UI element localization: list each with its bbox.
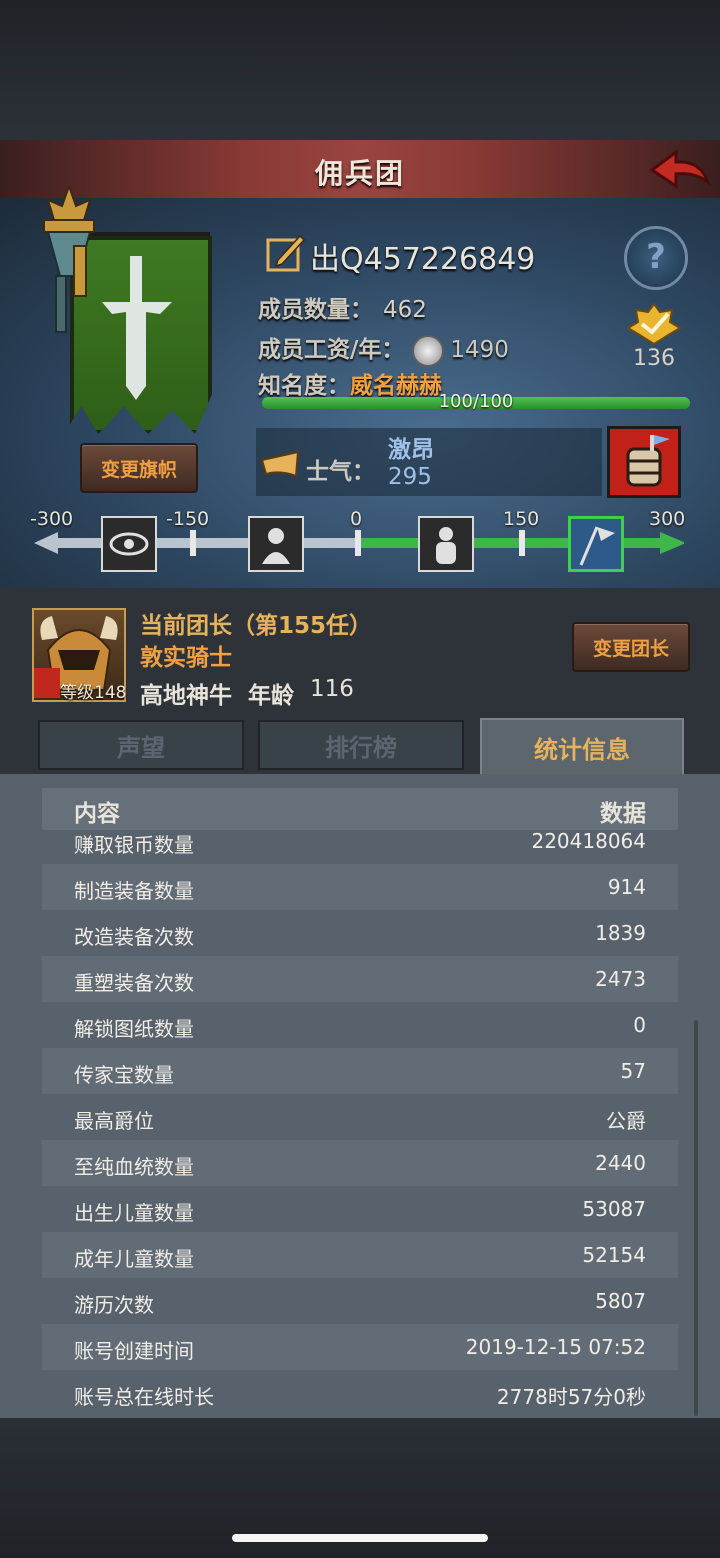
wage-value: 1490 <box>450 337 509 363</box>
back-arrow-icon <box>649 149 712 189</box>
commander-title: 当前团长（第155任） <box>140 613 373 639</box>
help-button[interactable]: ? <box>624 226 688 290</box>
stat-label: 传家宝数量 <box>74 1063 174 1087</box>
stat-row: 成年儿童数量 52154 <box>42 1232 678 1278</box>
stat-row: 重塑装备次数 2473 <box>42 956 678 1002</box>
sad-figure-icon[interactable] <box>248 516 304 572</box>
morale-label: 士气： <box>306 459 375 485</box>
commander-race: 高地神牛 <box>140 683 232 709</box>
members-value: 462 <box>383 297 427 323</box>
stat-row: 账号总在线时长 2778时57分0秒 <box>42 1370 678 1416</box>
guild-name: 出Q457226849 <box>310 242 536 277</box>
stat-label: 游历次数 <box>74 1293 154 1317</box>
scale-tick-label: -300 <box>30 508 74 530</box>
header-data-label: 数据 <box>600 801 646 827</box>
top-background <box>0 0 720 140</box>
stat-label: 至纯血统数量 <box>74 1155 194 1179</box>
stat-label: 账号创建时间 <box>74 1339 194 1363</box>
scale-tick-mark <box>519 530 525 556</box>
stat-row: 传家宝数量 57 <box>42 1048 678 1094</box>
members-row: 成员数量： 462 <box>258 290 427 324</box>
tab-statistics[interactable]: 统计信息 <box>480 718 684 776</box>
stat-value: 0 <box>633 1013 646 1037</box>
stat-label: 出生儿童数量 <box>74 1201 194 1225</box>
stat-row: 改造装备次数 1839 <box>42 910 678 956</box>
scale-tick-label: 300 <box>649 508 686 530</box>
stat-label: 重塑装备次数 <box>74 971 194 995</box>
stat-row: 出生儿童数量 53087 <box>42 1186 678 1232</box>
edit-pen-icon[interactable] <box>266 232 306 272</box>
statistics-list[interactable]: 赚取银币数量 220418064 制造装备数量 914 改造装备次数 1839 重塑装备次数… <box>42 830 678 1418</box>
home-indicator[interactable] <box>232 1534 488 1542</box>
page-title: 佣兵团 <box>314 157 405 190</box>
back-button[interactable] <box>648 146 712 192</box>
banner-crest-icon <box>38 182 100 336</box>
morale-value: 295 <box>388 464 432 490</box>
silver-coin-icon <box>412 334 445 367</box>
stat-value: 5807 <box>595 1289 646 1313</box>
calm-figure-icon[interactable] <box>418 516 474 572</box>
fame-progress-text: 100/100 <box>438 391 514 412</box>
wage-label: 成员工资/年： <box>258 337 405 363</box>
rank-badge-icon[interactable] <box>626 302 682 346</box>
stat-value: 2019-12-15 07:52 <box>465 1335 646 1359</box>
stat-value: 53087 <box>582 1197 646 1221</box>
stat-row: 账号创建时间 2019-12-15 07:52 <box>42 1324 678 1370</box>
scale-tick-label: 150 <box>503 508 540 530</box>
stat-label: 改造装备次数 <box>74 925 194 949</box>
stat-value: 2440 <box>595 1151 646 1175</box>
stat-row: 制造装备数量 914 <box>42 864 678 910</box>
stat-value: 1839 <box>595 921 646 945</box>
tab-reputation[interactable]: 声望 <box>38 720 244 770</box>
stat-value: 2778时57分0秒 <box>496 1385 646 1409</box>
race-badge-icon <box>34 668 60 698</box>
stat-label: 账号总在线时长 <box>74 1385 214 1409</box>
stat-value: 220418064 <box>531 830 646 853</box>
stat-row: 至纯血统数量 2440 <box>42 1140 678 1186</box>
stat-label: 成年儿童数量 <box>74 1247 194 1271</box>
scale-tick-mark <box>190 530 196 556</box>
commander-age-label: 年龄 <box>248 683 294 709</box>
scrollbar[interactable] <box>694 1020 698 1416</box>
stat-label: 解锁图纸数量 <box>74 1017 194 1041</box>
stat-row: 赚取银币数量 220418064 <box>42 830 678 864</box>
tab-ranking[interactable]: 排行榜 <box>258 720 464 770</box>
scale-tick-label: -150 <box>166 508 210 530</box>
stat-value: 公爵 <box>606 1109 646 1133</box>
flag-charge-icon[interactable] <box>568 516 624 572</box>
scale-tick-mark <box>355 530 361 556</box>
members-label: 成员数量： <box>258 297 373 323</box>
stat-row: 游历次数 5807 <box>42 1278 678 1324</box>
commander-age: 116 <box>310 676 354 702</box>
commander-level: 等级148 <box>60 683 127 703</box>
stat-row: 解锁图纸数量 0 <box>42 1002 678 1048</box>
morale-state: 激昂 <box>388 437 434 463</box>
wage-row: 成员工资/年： 1490 <box>258 330 509 367</box>
stat-value: 914 <box>607 875 646 899</box>
change-banner-button[interactable]: 变更旗帜 <box>80 443 198 493</box>
stat-label: 赚取银币数量 <box>74 833 194 857</box>
horn-icon <box>260 450 300 482</box>
rank-value: 136 <box>633 346 675 371</box>
stat-value: 57 <box>620 1059 646 1083</box>
change-leader-button[interactable]: 变更团长 <box>572 622 690 672</box>
despair-eye-icon[interactable] <box>101 516 157 572</box>
stat-value: 52154 <box>582 1243 646 1267</box>
header-content-label: 内容 <box>74 801 120 827</box>
stat-label: 制造装备数量 <box>74 879 194 903</box>
stat-label: 最高爵位 <box>74 1109 154 1133</box>
stat-row: 最高爵位 公爵 <box>42 1094 678 1140</box>
barrel-event-icon[interactable] <box>607 426 681 498</box>
stat-value: 2473 <box>595 967 646 991</box>
commander-name: 敦实骑士 <box>140 645 232 671</box>
scale-tick-label: 0 <box>350 508 363 530</box>
